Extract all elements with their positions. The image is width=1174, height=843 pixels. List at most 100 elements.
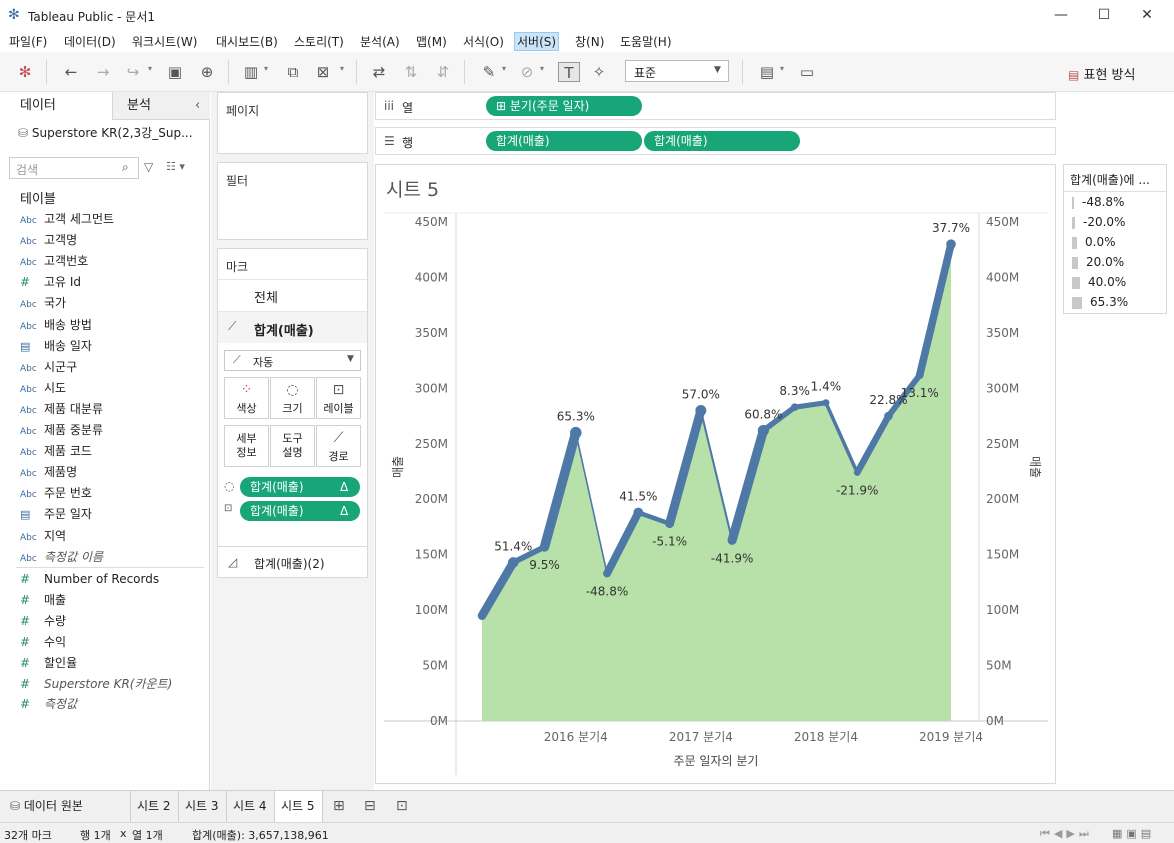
menu-file[interactable]: 파일(F) <box>7 33 49 50</box>
field-item[interactable]: # Number of Records <box>20 569 159 589</box>
close-icon[interactable]: ✕ <box>1132 4 1162 26</box>
field-item[interactable]: Abc 고객번호 <box>20 251 88 271</box>
field-item[interactable]: ▤ 주문 일자 <box>20 504 92 524</box>
view-toggle-icon[interactable]: ▦▣▤ <box>1112 827 1155 840</box>
tab-sheet-3[interactable]: 시트 3 <box>179 791 227 822</box>
minimize-icon[interactable]: — <box>1046 4 1076 26</box>
field-item[interactable]: # 매출 <box>20 590 66 610</box>
tableau-logo-icon: ✻ <box>8 7 20 23</box>
menu-map[interactable]: 맵(M) <box>414 33 449 50</box>
field-item[interactable]: Abc 배송 방법 <box>20 315 92 335</box>
field-item[interactable]: # 고유 Id <box>20 272 81 292</box>
menu-format[interactable]: 서식(O) <box>461 33 506 50</box>
field-item[interactable]: Abc 시군구 <box>20 357 77 377</box>
label-pill[interactable]: 합계(매출) Δ <box>240 501 360 521</box>
pin-icon[interactable]: ✧ <box>588 62 610 82</box>
tableau-start-icon[interactable]: ✻ <box>14 62 36 82</box>
highlight-icon[interactable]: ✎ <box>478 62 500 82</box>
y-tick-label-right: 200M <box>986 492 1019 506</box>
tab-data[interactable]: 데이터 <box>0 92 112 120</box>
field-item[interactable]: # 할인율 <box>20 653 77 673</box>
tab-sheet-2[interactable]: 시트 2 <box>131 791 179 822</box>
search-input[interactable]: 검색 ⌕ <box>9 157 139 179</box>
rows-shelf[interactable]: ☰ 행 합계(매출) 합계(매출) <box>375 127 1056 155</box>
size-button[interactable]: ◌ 크기 <box>270 377 315 419</box>
fit-select[interactable]: 표준 ▼ <box>625 60 729 82</box>
pages-card[interactable]: 페이지 <box>217 92 368 154</box>
new-dashboard-icon[interactable]: ⊟ <box>364 798 376 814</box>
new-story-icon[interactable]: ⊡ <box>396 798 408 814</box>
field-item[interactable]: ▤ 배송 일자 <box>20 336 92 356</box>
marks-measure2-item[interactable]: ◿ 합계(매출)(2) <box>217 546 368 578</box>
size-pill[interactable]: 합계(매출) Δ <box>240 477 360 497</box>
field-item[interactable]: # Superstore KR(카운트) <box>20 674 172 694</box>
tab-sheet-5[interactable]: 시트 5 <box>275 791 323 822</box>
collapse-icon[interactable]: ‹ <box>195 92 200 120</box>
swap-icon[interactable]: ⇄ <box>368 62 390 82</box>
menu-window[interactable]: 창(N) <box>573 33 606 50</box>
field-item[interactable]: Abc 제품 코드 <box>20 441 92 461</box>
datasource-item[interactable]: ⛁ Superstore KR(2,3강_Sup... <box>18 124 193 141</box>
filters-card[interactable]: 필터 <box>217 162 368 240</box>
undo-icon[interactable]: ← <box>60 62 82 82</box>
menu-dashboard[interactable]: 대시보드(B) <box>214 33 280 50</box>
label-button[interactable]: ⊡ 레이블 <box>316 377 361 419</box>
chart[interactable]: 시트 5 0M 0M 50M 50M 100M 100M 150M 150M 200M 200M 25… <box>376 165 1057 785</box>
menu-analysis[interactable]: 분석(A) <box>358 33 402 50</box>
field-item[interactable]: Abc 지역 <box>20 526 66 546</box>
color-button[interactable]: ⁘ 색상 <box>224 377 269 419</box>
field-item[interactable]: # 측정값 <box>20 694 77 714</box>
field-item[interactable]: Abc 국가 <box>20 293 66 313</box>
mark-type-select[interactable]: ⟋ 자동 ▼ <box>224 350 361 371</box>
columns-shelf[interactable]: iii 열 ⊞ 분기(주문 일자) <box>375 92 1056 120</box>
tooltip-button[interactable]: 도구 설명 <box>270 425 315 467</box>
field-item[interactable]: Abc 제품 중분류 <box>20 420 103 440</box>
field-item[interactable]: Abc 측정값 이름 <box>20 547 103 567</box>
filter-icon[interactable]: ▽ <box>144 160 153 174</box>
menu-help[interactable]: 도움말(H) <box>618 33 674 50</box>
sort-ascending-icon[interactable]: ⇅ <box>400 62 422 82</box>
columns-pill[interactable]: ⊞ 분기(주문 일자) <box>486 96 642 116</box>
field-item[interactable]: Abc 고객 세그먼트 <box>20 209 114 229</box>
marks-measure-item[interactable]: ⟋ 합계(매출) <box>218 311 367 343</box>
view-cards-icon[interactable]: ▤ <box>756 62 778 82</box>
marks-all-item[interactable]: 전체 <box>218 279 367 309</box>
tab-analysis[interactable]: 분석 ‹ <box>112 92 210 120</box>
save-icon[interactable]: ▣ <box>164 62 186 82</box>
tab-sheet-4[interactable]: 시트 4 <box>227 791 275 822</box>
path-button[interactable]: ⟋ 경로 <box>316 425 361 467</box>
field-item[interactable]: Abc 제품명 <box>20 462 77 482</box>
fit-select-value: 표준 <box>634 66 657 80</box>
menu-server[interactable]: 서버(S) <box>513 32 560 51</box>
attach-icon[interactable]: ⊘ <box>516 62 538 82</box>
new-datasource-icon[interactable]: ⊕ <box>196 62 218 82</box>
rows-pill-1[interactable]: 합계(매출) <box>486 131 642 151</box>
field-item[interactable]: Abc 시도 <box>20 378 66 398</box>
presentation-icon[interactable]: ▭ <box>796 62 818 82</box>
menu-story[interactable]: 스토리(T) <box>292 33 346 50</box>
new-worksheet-icon[interactable]: ⊞ <box>333 798 345 814</box>
y-tick-label-right: 300M <box>986 381 1019 395</box>
duplicate-sheet-icon[interactable]: ⧉ <box>282 62 304 82</box>
show-me-button[interactable]: ▤ 표현 방식 <box>1068 64 1135 83</box>
field-item[interactable]: # 수익 <box>20 632 66 652</box>
field-item[interactable]: Abc 주문 번호 <box>20 483 92 503</box>
menu-worksheet[interactable]: 워크시트(W) <box>130 33 199 50</box>
show-labels-icon[interactable]: T <box>558 62 580 82</box>
clear-sheet-icon[interactable]: ⊠ <box>312 62 334 82</box>
sort-descending-icon[interactable]: ⇵ <box>432 62 454 82</box>
field-item[interactable]: Abc 제품 대분류 <box>20 399 103 419</box>
menu-data[interactable]: 데이터(D) <box>62 33 118 50</box>
field-item[interactable]: # 수량 <box>20 611 66 631</box>
data-label: -48.8% <box>586 585 628 599</box>
tab-datasource[interactable]: ⛁ 데이터 원본 <box>0 791 131 822</box>
page-nav-icon[interactable]: ⏮◀▶⏭ <box>1040 827 1093 841</box>
detail-button[interactable]: 세부 정보 <box>224 425 269 467</box>
field-item[interactable]: Abc 고객명 <box>20 230 77 250</box>
view-options-icon[interactable]: ☷ ▾ <box>166 160 185 173</box>
new-worksheet-icon[interactable]: ▥ <box>240 62 262 82</box>
maximize-icon[interactable]: ☐ <box>1089 4 1119 26</box>
rows-pill-2[interactable]: 합계(매출) <box>644 131 800 151</box>
redo-icon[interactable]: → <box>92 62 114 82</box>
replay-icon[interactable]: ↪ <box>122 62 144 82</box>
